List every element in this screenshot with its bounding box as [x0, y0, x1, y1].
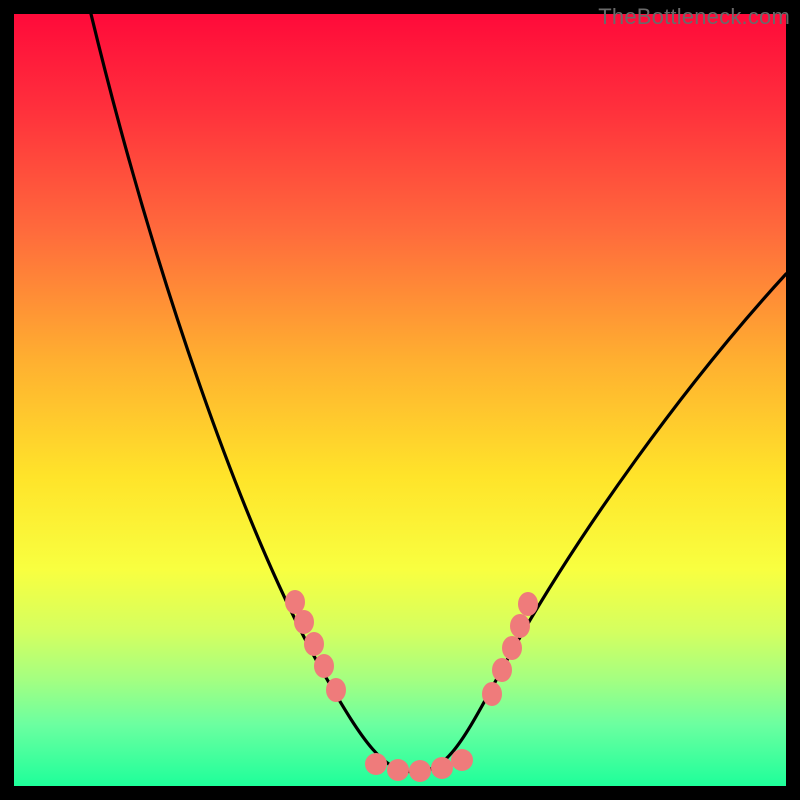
watermark-text: TheBottleneck.com: [598, 4, 790, 30]
marker-cluster-right: [482, 592, 538, 706]
plot-svg: [14, 14, 786, 786]
bottleneck-curve: [91, 14, 786, 772]
marker-cluster-left: [285, 590, 346, 702]
marker-cluster-trough: [365, 749, 473, 782]
chart-frame: TheBottleneck.com: [0, 0, 800, 800]
